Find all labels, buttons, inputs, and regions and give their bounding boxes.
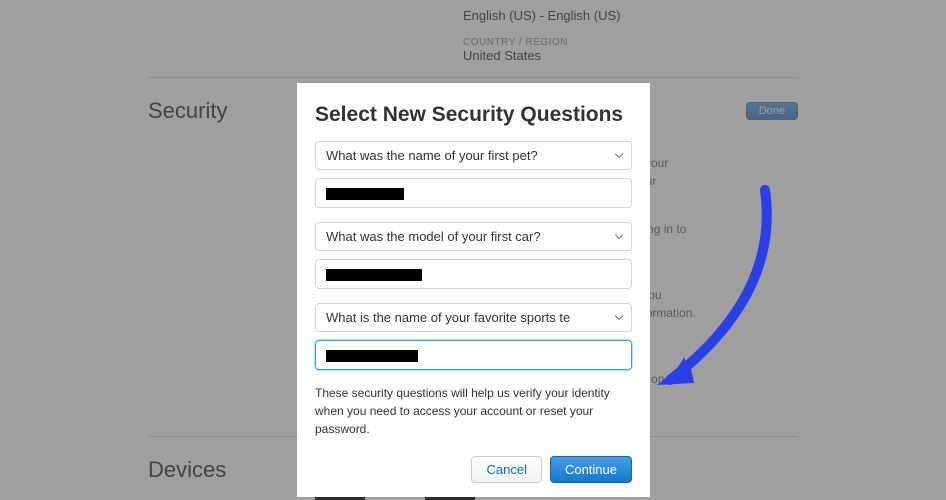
- answer-1-input[interactable]: [315, 178, 632, 208]
- help-text: These security questions will help us ve…: [315, 384, 632, 438]
- answer-3-input[interactable]: [315, 340, 632, 370]
- modal-title: Select New Security Questions: [315, 103, 632, 127]
- continue-button[interactable]: Continue: [550, 456, 632, 483]
- question-2-select[interactable]: What was the model of your first car?: [315, 222, 632, 251]
- answer-2-input[interactable]: [315, 259, 632, 289]
- redacted-answer: [326, 350, 418, 362]
- security-questions-modal: Select New Security Questions What was t…: [297, 83, 650, 497]
- redacted-answer: [326, 269, 422, 281]
- cancel-button[interactable]: Cancel: [471, 456, 541, 483]
- redacted-answer: [326, 188, 404, 200]
- question-3-select[interactable]: What is the name of your favorite sports…: [315, 303, 632, 332]
- question-1-select[interactable]: What was the name of your first pet?: [315, 141, 632, 170]
